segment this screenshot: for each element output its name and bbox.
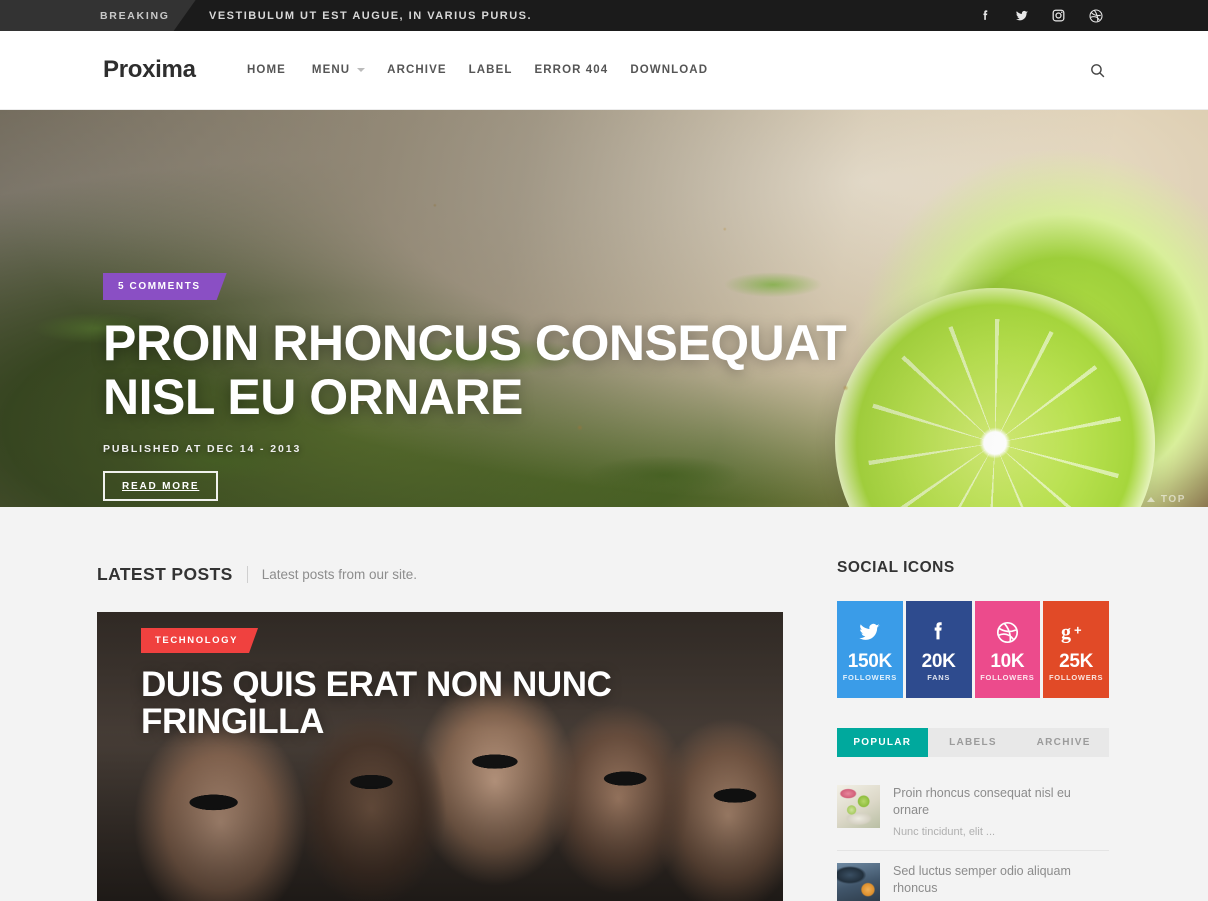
social-cell-twitter[interactable]: 150K FOLLOWERS — [837, 601, 903, 698]
nav-item-error-404[interactable]: ERROR 404 — [534, 64, 630, 76]
list-item[interactable]: Sed luctus semper odio aliquam rhoncus — [837, 851, 1109, 901]
social-count: 10K — [990, 650, 1025, 672]
breaking-headline[interactable]: VESTIBULUM UT EST AUGUE, IN VARIUS PURUS… — [209, 0, 532, 31]
googleplus-icon: g + — [1061, 618, 1091, 648]
main-content-area: LATEST POSTS Latest posts from our site.… — [0, 507, 1208, 901]
social-count-label: FANS — [927, 672, 951, 682]
twitter-icon — [856, 618, 883, 648]
social-cell-googleplus[interactable]: g + 25K FOLLOWERS — [1043, 601, 1109, 698]
breaking-news-bar: BREAKING VESTIBULUM UT EST AUGUE, IN VAR… — [0, 0, 1208, 31]
breaking-label: BREAKING — [98, 0, 196, 31]
social-count-label: FOLLOWERS — [980, 672, 1035, 682]
tab-popular[interactable]: POPULAR — [837, 728, 928, 757]
read-more-button[interactable]: READ MORE — [103, 471, 219, 501]
nav-item-home[interactable]: HOME — [247, 64, 312, 76]
post-thumbnail — [837, 785, 880, 828]
popular-posts-list: Proin rhoncus consequat nisl eu ornare N… — [837, 773, 1109, 901]
svg-text:g: g — [1061, 622, 1071, 644]
topbar-social-links — [976, 0, 1104, 31]
hero-title[interactable]: PROIN RHONCUS CONSEQUAT NISL EU ORNARE — [103, 316, 903, 424]
search-icon[interactable] — [1086, 59, 1108, 81]
post-title[interactable]: Proin rhoncus consequat nisl eu ornare — [893, 785, 1109, 819]
nav-label: DOWNLOAD — [630, 64, 709, 76]
nav-item-archive[interactable]: ARCHIVE — [387, 64, 468, 76]
post-card[interactable]: TECHNOLOGY DUIS QUIS ERAT NON NUNC FRING… — [97, 612, 783, 901]
section-divider — [246, 566, 248, 583]
social-count: 25K — [1059, 650, 1094, 672]
nav-item-menu[interactable]: MENU — [312, 64, 387, 76]
main-navigation: HOME MENU ARCHIVE LABEL ERROR 404 DOWNLO… — [247, 64, 730, 76]
post-card-title[interactable]: DUIS QUIS ERAT NON NUNC FRINGILLA — [141, 666, 741, 740]
site-header: Proxima HOME MENU ARCHIVE LABEL ERROR 40… — [0, 31, 1208, 110]
nav-label: ARCHIVE — [387, 64, 447, 76]
social-counter-widget: 150K FOLLOWERS 20K FANS 10K FOLLOWERS g … — [837, 601, 1109, 698]
social-widget-title: SOCIAL ICONS — [837, 559, 955, 576]
social-cell-facebook[interactable]: 20K FANS — [905, 601, 972, 698]
nav-item-download[interactable]: DOWNLOAD — [630, 64, 730, 76]
post-title[interactable]: Sed luctus semper odio aliquam rhoncus — [893, 863, 1109, 897]
site-logo[interactable]: Proxima — [103, 56, 196, 84]
page-title: LATEST POSTS — [97, 564, 233, 584]
scroll-to-top-button[interactable]: TOP — [1146, 494, 1186, 505]
arrow-up-icon — [1146, 497, 1155, 502]
hero-featured-post[interactable]: 5 COMMENTS PROIN RHONCUS CONSEQUAT NISL … — [0, 110, 1208, 507]
nav-item-label[interactable]: LABEL — [469, 64, 535, 76]
post-excerpt: Nunc tincidunt, elit ... — [893, 825, 996, 838]
twitter-icon[interactable] — [1013, 7, 1030, 24]
nav-label: HOME — [247, 64, 286, 76]
hero-published-date: PUBLISHED AT DEC 14 - 2013 — [103, 443, 302, 455]
svg-text:+: + — [1074, 623, 1082, 638]
chevron-down-icon — [357, 68, 366, 72]
sidebar-tabs: POPULAR LABELS ARCHIVE — [837, 728, 1110, 757]
nav-label: MENU — [311, 64, 351, 76]
category-badge[interactable]: TECHNOLOGY — [141, 628, 258, 653]
tab-labels[interactable]: LABELS — [927, 728, 1019, 757]
social-count: 20K — [921, 650, 956, 672]
sidebar: SOCIAL ICONS 150K FOLLOWERS 20K FANS 10K… — [837, 559, 1110, 901]
comments-badge[interactable]: 5 COMMENTS — [103, 273, 227, 300]
section-subtitle: Latest posts from our site. — [261, 567, 418, 582]
latest-posts-column: LATEST POSTS Latest posts from our site.… — [97, 564, 783, 901]
social-count: 150K — [847, 650, 893, 672]
nav-label: ERROR 404 — [534, 64, 609, 76]
scroll-to-top-label: TOP — [1160, 494, 1186, 505]
dribbble-icon[interactable] — [1087, 7, 1104, 24]
instagram-icon[interactable] — [1050, 7, 1067, 24]
dribbble-icon — [994, 618, 1021, 648]
social-count-label: FOLLOWERS — [842, 672, 897, 682]
post-thumbnail — [837, 862, 880, 901]
facebook-icon — [925, 618, 952, 648]
post-card-overlay — [97, 612, 783, 901]
social-cell-dribbble[interactable]: 10K FOLLOWERS — [974, 601, 1041, 698]
breaking-bar-left-fill — [0, 0, 98, 31]
nav-label: LABEL — [468, 64, 513, 76]
section-header: LATEST POSTS Latest posts from our site. — [97, 564, 783, 585]
tab-archive[interactable]: ARCHIVE — [1018, 728, 1110, 757]
facebook-icon[interactable] — [976, 7, 993, 24]
social-count-label: FOLLOWERS — [1049, 672, 1104, 682]
list-item[interactable]: Proin rhoncus consequat nisl eu ornare N… — [837, 773, 1109, 851]
